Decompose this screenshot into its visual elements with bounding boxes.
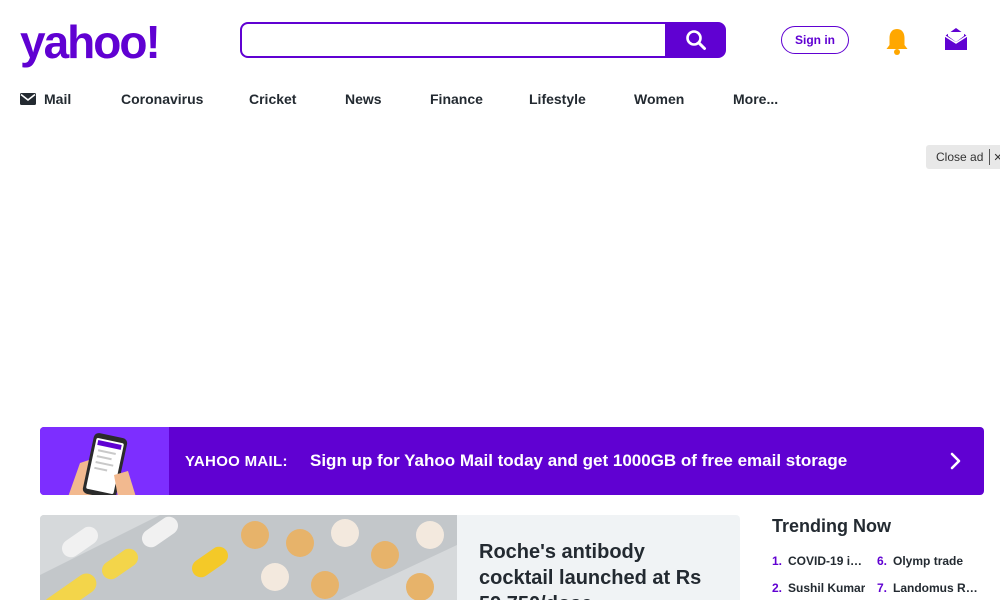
close-icon: ✕ (993, 151, 1000, 164)
trending-rank: 7. (877, 581, 888, 595)
nav-item-more[interactable]: More... (733, 86, 778, 112)
phone-image (68, 433, 136, 495)
search-bar (240, 22, 726, 58)
mail-icon (20, 93, 36, 105)
nav-item-label: Mail (44, 91, 72, 107)
yahoo-logo[interactable]: yahoo! (20, 18, 190, 70)
sign-in-button[interactable]: Sign in (781, 26, 849, 54)
chevron-right-icon (950, 452, 961, 470)
trending-item[interactable]: 1. COVID-19 in India (772, 552, 868, 570)
close-ad-button[interactable]: Close ad ✕ (926, 145, 1000, 169)
main-nav: Mail Coronavirus Cricket News Finance Li… (0, 86, 1000, 112)
nav-item-mail[interactable]: Mail (20, 86, 71, 112)
search-input[interactable] (240, 22, 666, 58)
pills-image (40, 515, 457, 600)
trending-item[interactable]: 6. Olymp trade (877, 552, 987, 570)
logo-wordmark: yahoo! (20, 18, 159, 68)
trending-label: Sushil Kumar (788, 581, 866, 595)
trending-rank: 2. (772, 581, 783, 595)
search-button[interactable] (665, 22, 726, 58)
mail-envelope-icon[interactable] (943, 26, 969, 52)
nav-item-women[interactable]: Women (634, 86, 684, 112)
banner-label: YAHOO MAIL: (185, 452, 288, 470)
trending-rank: 1. (772, 554, 783, 568)
story-body: Roche's antibody cocktail launched at Rs… (457, 515, 740, 600)
trending-label: Landomus Realty (893, 581, 980, 595)
story-title[interactable]: Roche's antibody cocktail launched at Rs… (479, 539, 719, 600)
trending-label: COVID-19 in India (788, 554, 868, 568)
nav-item-news[interactable]: News (345, 86, 382, 112)
top-story-card[interactable]: Roche's antibody cocktail launched at Rs… (40, 515, 740, 600)
nav-item-cricket[interactable]: Cricket (249, 86, 296, 112)
nav-item-finance[interactable]: Finance (430, 86, 483, 112)
nav-item-coronavirus[interactable]: Coronavirus (121, 86, 203, 112)
mail-promo-banner[interactable]: YAHOO MAIL: Sign up for Yahoo Mail today… (40, 427, 984, 495)
trending-item[interactable]: 2. Sushil Kumar (772, 579, 868, 597)
trending-label: Olymp trade (893, 554, 964, 568)
banner-text: Sign up for Yahoo Mail today and get 100… (310, 451, 848, 470)
search-icon (685, 30, 706, 50)
divider (989, 149, 991, 165)
trending-title: Trending Now (772, 516, 891, 536)
trending-item[interactable]: 7. Landomus Realty (877, 579, 980, 597)
bell-icon[interactable] (882, 26, 912, 56)
story-image (40, 515, 457, 600)
trending-rank: 6. (877, 554, 888, 568)
nav-item-lifestyle[interactable]: Lifestyle (529, 86, 586, 112)
phone-illustration (40, 427, 169, 495)
close-ad-label: Close ad (936, 150, 984, 164)
